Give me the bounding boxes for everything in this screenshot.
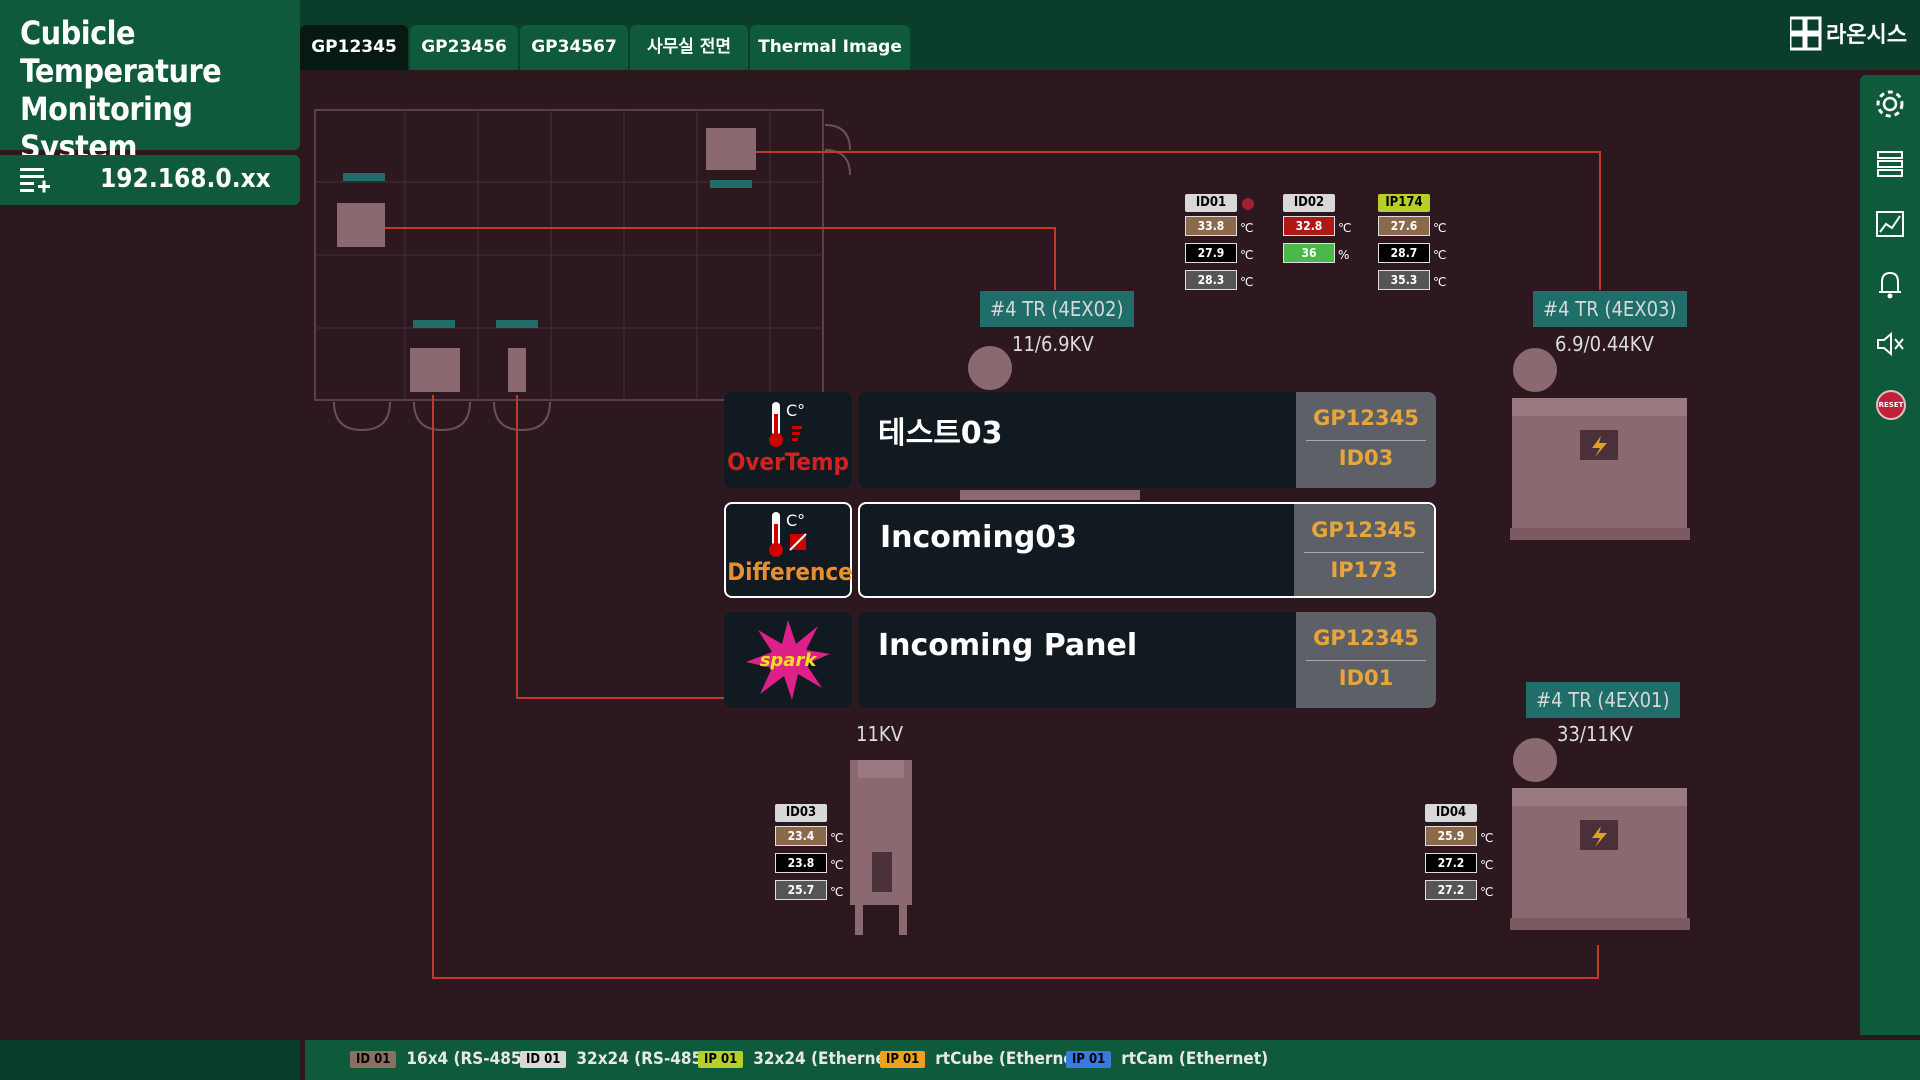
sensor-id03-value-3: 25.7 [775,880,827,900]
alarm-type-label: OverTemp [727,448,849,476]
thermometer-difference-icon: C° [769,511,807,557]
unit: ℃ [830,885,844,899]
alarm-title: Incoming03 [880,520,1078,555]
sensor-id04-value-3: 27.2 [1425,880,1477,900]
transformer-tr1 [1510,738,1690,930]
spark-label: spark [760,650,818,671]
tr-4ex03-voltage: 6.9/0.44KV [1555,332,1654,356]
alarm-gp: GP12345 [1311,518,1417,542]
sensor-id03-tag[interactable]: ID03 [775,804,827,822]
sensor-id02-humidity: 36 [1283,243,1335,263]
divider [1306,660,1426,661]
legend-badge: ID 01 [350,1050,397,1068]
alarm-difference-badge[interactable]: C° Difference [724,502,853,598]
alarm-card-1[interactable]: 테스트03 GP12345 ID03 [858,392,1436,488]
unit: ℃ [1480,831,1494,845]
legend-badge: ID 01 [520,1050,567,1068]
unit: ℃ [1433,248,1447,262]
unit: ℃ [1240,275,1254,289]
sensor-id01-tag[interactable]: ID01 [1185,194,1237,212]
sensor-ip174-tag[interactable]: IP174 [1378,194,1430,212]
alarm-card-3[interactable]: Incoming Panel GP12345 ID01 [858,612,1436,708]
alarm-device: ID01 [1338,666,1394,690]
alarm-spark-badge[interactable]: spark [724,612,852,708]
alarm-device: ID03 [1338,446,1394,470]
sensor-id04-value-1: 25.9 [1425,826,1477,846]
legend-badge: IP 01 [698,1050,744,1068]
tr-4ex01-voltage: 33/11KV [1557,722,1633,746]
divider [1304,552,1424,553]
bottom-left-panel [0,1040,300,1080]
sensor-id01-value-3: 28.3 [1185,270,1237,290]
alarm-source: GP12345 IP173 [1294,504,1434,596]
unit: ℃ [1433,275,1447,289]
tr-4ex02-label: #4 TR (4EX02) [980,291,1134,327]
sensor-id01-value-2: 27.9 [1185,243,1237,263]
sensor-id04-tag[interactable]: ID04 [1425,804,1477,822]
alarm-source: GP12345 ID03 [1296,392,1436,488]
spark-icon: spark [746,620,830,700]
sensor-id01-value-1: 33.8 [1185,216,1237,236]
sensor-id03-value-2: 23.8 [775,853,827,873]
transformer-11kv [850,760,912,935]
tr-4ex03-label: #4 TR (4EX03) [1533,291,1687,327]
sensor-ip174-value-3: 35.3 [1378,270,1430,290]
alarm-source: GP12345 ID01 [1296,612,1436,708]
unit: ℃ [1480,885,1494,899]
tr-4ex01-label: #4 TR (4EX01) [1526,682,1680,718]
divider [1306,440,1426,441]
unit: % [1338,248,1350,262]
alarm-gp: GP12345 [1313,406,1419,430]
svg-text:C°: C° [786,511,805,530]
tr-11kv-voltage: 11KV [856,722,903,746]
alarm-gp: GP12345 [1313,626,1419,650]
alarm-device: IP173 [1330,558,1398,582]
unit: ℃ [830,831,844,845]
sensor-ip174-value-1: 27.6 [1378,216,1430,236]
alarm-card-2[interactable]: Incoming03 GP12345 IP173 [858,502,1436,598]
alarm-overtemp-badge[interactable]: C° OverTemp [724,392,852,488]
legend-text: 32x24 (Ethernet) [753,1049,901,1069]
thermometer-icon: C° [769,401,805,447]
unit: ℃ [830,858,844,872]
svg-text:C°: C° [786,401,805,420]
legend-badge: IP 01 [880,1050,926,1068]
legend-item-1: ID 01 16x4 (RS-485) [350,1048,529,1070]
legend-item-3: IP 01 32x24 (Ethernet) [698,1048,900,1070]
status-dot [1242,198,1254,210]
sensor-id02-tag[interactable]: ID02 [1283,194,1335,212]
legend-badge: IP 01 [1066,1050,1112,1068]
legend-item-5: IP 01 rtCam (Ethernet) [1066,1048,1268,1070]
unit: ℃ [1240,248,1254,262]
unit: ℃ [1240,221,1254,235]
unit: ℃ [1433,221,1447,235]
sensor-id04-value-2: 27.2 [1425,853,1477,873]
legend-item-2: ID 01 32x24 (RS-485) [520,1048,709,1070]
sensor-id03-value-1: 23.4 [775,826,827,846]
tr-4ex02-voltage: 11/6.9KV [1012,332,1094,356]
sensor-ip174-value-2: 28.7 [1378,243,1430,263]
legend-text: 32x24 (RS-485) [576,1049,710,1069]
legend-item-4: IP 01 rtCube (Ethernet) [880,1048,1088,1070]
alarm-title: Incoming Panel [878,628,1138,663]
alarm-type-label: Difference [727,558,853,586]
unit: ℃ [1338,221,1352,235]
sensor-id02-value-1: 32.8 [1283,216,1335,236]
unit: ℃ [1480,858,1494,872]
transformer-tr3 [1510,348,1690,540]
legend-text: rtCam (Ethernet) [1121,1049,1269,1069]
legend-text: 16x4 (RS-485) [406,1049,529,1069]
alarm-title: 테스트03 [878,416,1003,451]
floor-plan-minimap [314,109,851,432]
